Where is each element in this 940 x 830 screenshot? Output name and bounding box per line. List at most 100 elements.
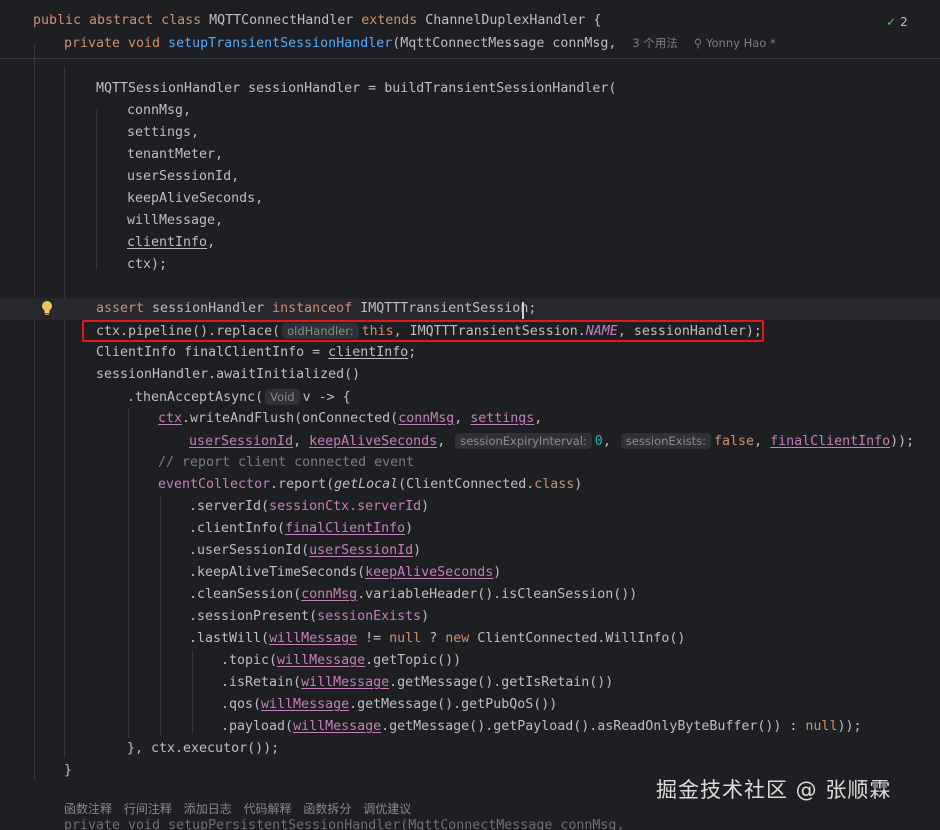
code-text: userSessionId, (127, 169, 240, 184)
sticky-class-line[interactable]: public abstract class MQTTConnectHandler… (33, 10, 601, 32)
code-line[interactable]: .serverId(sessionCtx.serverId) (189, 496, 429, 518)
keyword: class (534, 477, 575, 492)
watermark: 掘金技术社区 @ 张顺霖 (656, 778, 892, 802)
toolbar-item-function-comment[interactable]: 函数注释 (64, 802, 112, 816)
code-line[interactable]: settings, (127, 122, 199, 144)
type-hint: Void (265, 389, 300, 405)
code-text: .getMessage().getPayload().asReadOnlyByt… (381, 719, 806, 734)
code-text: connMsg, (127, 103, 192, 118)
inspection-badge[interactable]: ✓ 2 (886, 12, 908, 32)
code-text: .writeAndFlush(onConnected( (182, 411, 399, 426)
number: 0 (594, 434, 603, 449)
code-text: .clientInfo( (189, 521, 286, 536)
toolbar-item-optimize[interactable]: 调优建议 (363, 802, 411, 816)
lightbulb-icon[interactable] (40, 300, 54, 316)
code-line[interactable]: tenantMeter, (127, 144, 223, 166)
code-text: , (293, 434, 310, 449)
code-line[interactable]: .userSessionId(userSessionId) (189, 540, 421, 562)
code-text: IMQTTTransientSession; (352, 301, 537, 316)
method-params: (MqttConnectMessage connMsg, (392, 36, 617, 51)
code-line[interactable]: sessionHandler.awaitInitialized() (96, 364, 360, 386)
ai-action-toolbar: 函数注释 行间注释 添加日志 代码解释 函数拆分 调优建议 (64, 798, 419, 820)
variable: userSessionId (309, 543, 414, 558)
code-line[interactable]: .topic(willMessage.getTopic()) (221, 650, 461, 672)
code-line[interactable]: clientInfo, (127, 232, 215, 254)
code-text: settings, (127, 125, 200, 140)
author-hint[interactable]: ⚲ Yonny Hao * (694, 36, 776, 50)
code-text: ClientInfo finalClientInfo = (96, 345, 329, 360)
code-text: ? (421, 631, 446, 646)
code-line[interactable]: keepAliveSeconds, (127, 188, 263, 210)
code-line[interactable]: ClientInfo finalClientInfo = clientInfo; (96, 342, 416, 364)
code-line[interactable]: connMsg, (127, 100, 191, 122)
code-line[interactable]: } (64, 760, 72, 782)
code-text: } (64, 763, 73, 778)
code-text: ctx); (127, 257, 168, 272)
code-text: v -> { (302, 390, 351, 405)
toolbar-item-explain-code[interactable]: 代码解释 (244, 802, 292, 816)
variable: willMessage (293, 719, 382, 734)
code-line[interactable]: .sessionPresent(sessionExists) (189, 606, 429, 628)
code-line[interactable]: .thenAcceptAsync(Void v -> { (127, 386, 351, 408)
code-text: .thenAcceptAsync( (127, 390, 264, 405)
check-icon: ✓ (886, 15, 897, 29)
code-comment[interactable]: // report client connected event (158, 452, 414, 474)
current-line[interactable]: assert sessionHandler instanceof IMQTTTr… (0, 298, 940, 320)
indent-guide (34, 44, 35, 780)
code-line[interactable]: .keepAliveTimeSeconds(keepAliveSeconds) (189, 562, 501, 584)
code-text: .qos( (221, 697, 262, 712)
highlight-box (82, 320, 764, 342)
code-text: .lastWill( (189, 631, 270, 646)
parent-class: ChannelDuplexHandler { (425, 13, 602, 28)
code-editor[interactable]: public abstract class MQTTConnectHandler… (0, 0, 940, 830)
variable: finalClientInfo (770, 434, 891, 449)
comment-text: // report client connected event (158, 455, 415, 470)
usages-hint[interactable]: 3 个用法 (632, 36, 677, 50)
code-line[interactable]: .lastWill(willMessage != null ? new Clie… (189, 628, 685, 650)
code-text: MQTTSessionHandler sessionHandler = buil… (96, 81, 617, 96)
indent-guide (192, 650, 193, 734)
code-text: .cleanSession( (189, 587, 302, 602)
code-text: tenantMeter, (127, 147, 224, 162)
keyword: false (714, 434, 755, 449)
code-line[interactable]: }, ctx.executor()); (127, 738, 279, 760)
toolbar-item-inline-comment[interactable]: 行间注释 (124, 802, 172, 816)
code-line[interactable]: willMessage, (127, 210, 223, 232)
sticky-method-line[interactable]: private void setupTransientSessionHandle… (64, 32, 776, 54)
code-line[interactable]: .qos(willMessage.getMessage().getPubQoS(… (221, 694, 557, 716)
code-text: .getMessage().getIsRetain()) (389, 675, 614, 690)
code-line[interactable]: .cleanSession(connMsg.variableHeader().i… (189, 584, 637, 606)
variable: willMessage (277, 653, 366, 668)
code-line[interactable]: eventCollector.report(getLocal(ClientCon… (158, 474, 582, 496)
variable: keepAliveSeconds (309, 434, 438, 449)
variable: connMsg (301, 587, 358, 602)
code-line[interactable]: ctx.writeAndFlush(onConnected(connMsg, s… (158, 408, 542, 430)
toolbar-item-split-function[interactable]: 函数拆分 (303, 802, 351, 816)
code-line[interactable]: userSessionId, (127, 166, 239, 188)
code-text: .topic( (221, 653, 278, 668)
code-text: sessionHandler.awaitInitialized() (96, 367, 361, 382)
code-text: clientInfo (127, 235, 208, 250)
code-text: .getTopic()) (365, 653, 462, 668)
code-line[interactable]: .clientInfo(finalClientInfo) (189, 518, 413, 540)
code-line[interactable]: ctx); (127, 254, 167, 276)
code-line[interactable]: userSessionId, keepAliveSeconds, session… (189, 430, 914, 452)
keyword: new (445, 631, 470, 646)
variable: sessionExists (317, 609, 422, 624)
indent-guide (64, 66, 65, 758)
class-name: MQTTConnectHandler (209, 13, 354, 28)
code-text: .payload( (221, 719, 294, 734)
toolbar-item-add-log[interactable]: 添加日志 (184, 802, 232, 816)
indent-guide (96, 110, 97, 270)
code-text: (ClientConnected. (398, 477, 535, 492)
static-method: getLocal (334, 477, 399, 492)
variable: willMessage (269, 631, 358, 646)
next-method-line[interactable]: private void setupPersistentSessionHandl… (64, 818, 624, 830)
code-line[interactable]: .isRetain(willMessage.getMessage().getIs… (221, 672, 613, 694)
indent-guide (160, 496, 161, 736)
inspection-count: 2 (900, 15, 908, 29)
code-line[interactable]: MQTTSessionHandler sessionHandler = buil… (96, 78, 616, 100)
code-line[interactable]: .payload(willMessage.getMessage().getPay… (221, 716, 861, 738)
method-name: setupTransientSessionHandler (168, 36, 393, 51)
code-text: .isRetain( (221, 675, 302, 690)
